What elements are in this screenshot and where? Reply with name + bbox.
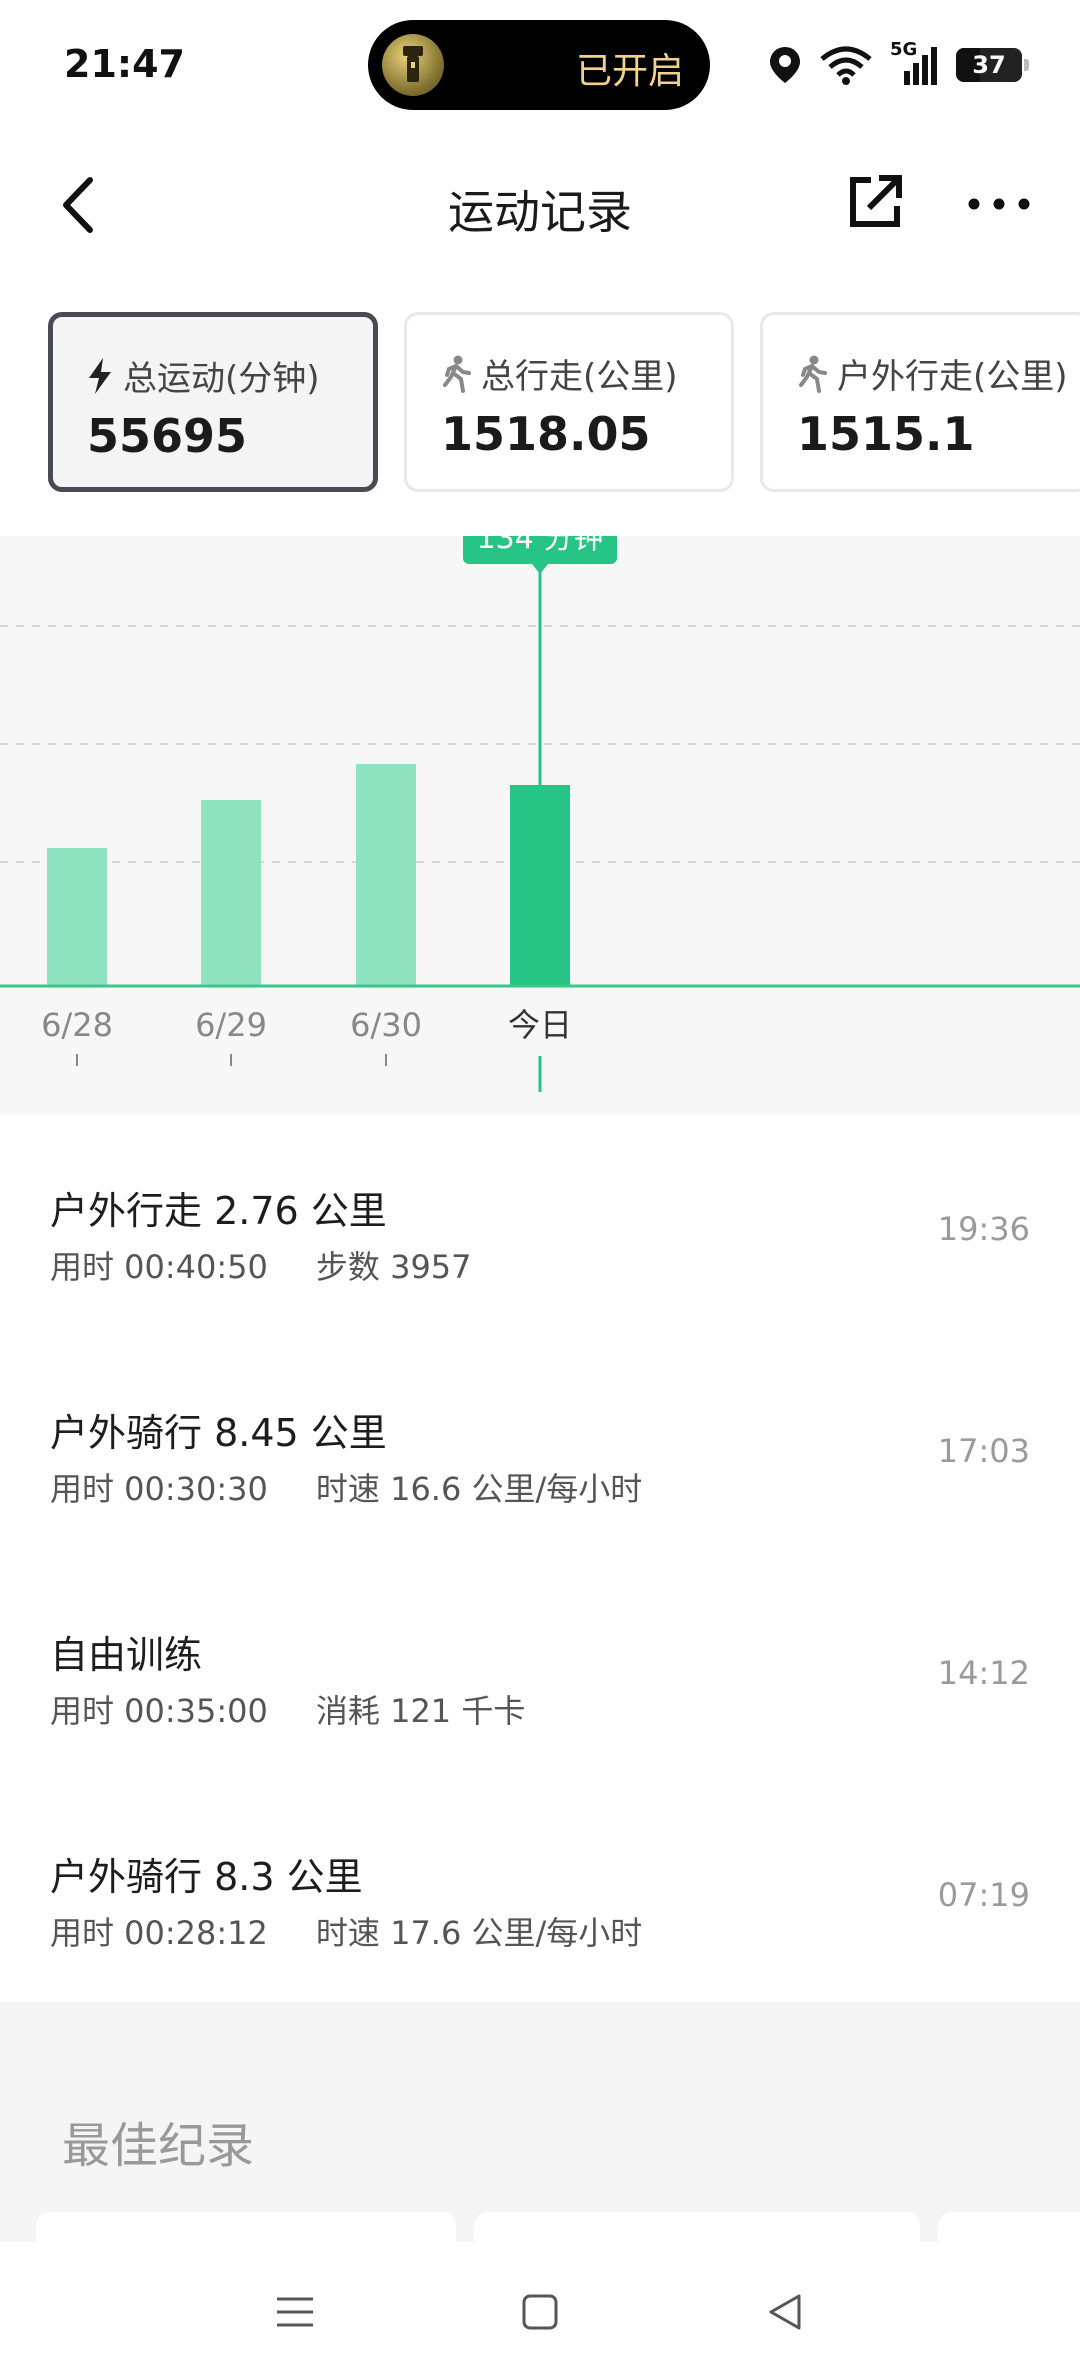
best-records-section: 最佳纪录 xyxy=(0,2002,1080,2272)
activity-time: 17:03 xyxy=(937,1432,1030,1470)
activity-title: 户外行走 2.76 公里 xyxy=(50,1189,387,1233)
stat-card-value: 1515.1 xyxy=(797,407,975,461)
flashlight-icon xyxy=(382,34,444,96)
activity-time: 19:36 xyxy=(937,1210,1030,1248)
stat-card-label: 总运动(分钟) xyxy=(123,359,320,399)
bar-chart[interactable]: 6/28 6/29 6/30 今日 134 分钟 xyxy=(0,536,1080,1114)
battery-level: 37 xyxy=(972,51,1006,79)
activity-title: 户外骑行 8.3 公里 xyxy=(50,1855,363,1899)
activity-extra: 时速 16.6 公里/每小时 xyxy=(315,1470,643,1508)
page-title: 运动记录 xyxy=(448,185,632,239)
menu-icon xyxy=(277,2297,313,2327)
list-item[interactable]: 户外骑行 8.3 公里 用时 00:28:12 时速 17.6 公里/每小时 07… xyxy=(0,1780,1080,2002)
x-tick-label: 今日 xyxy=(508,1006,572,1044)
activity-list: 户外行走 2.76 公里 用时 00:40:50 步数 3957 19:36 户外… xyxy=(0,1114,1080,2002)
stat-card-label: 总行走(公里) xyxy=(481,357,678,397)
walking-icon xyxy=(799,355,827,393)
activity-title: 自由训练 xyxy=(50,1633,203,1677)
activity-time: 07:19 xyxy=(937,1876,1030,1914)
stat-card-value: 1518.05 xyxy=(441,407,651,461)
best-records-title: 最佳纪录 xyxy=(62,2118,255,2174)
activity-chart[interactable]: 6/28 6/29 6/30 今日 134 分钟 xyxy=(0,536,1080,1114)
list-item[interactable]: 户外骑行 8.45 公里 用时 00:30:30 时速 16.6 公里/每小时 1… xyxy=(0,1336,1080,1558)
lightning-icon xyxy=(89,357,111,394)
list-item[interactable]: 自由训练 用时 00:35:00 消耗 121 千卡 14:12 xyxy=(0,1558,1080,1780)
x-tick-label: 6/30 xyxy=(350,1006,422,1044)
x-tick-label: 6/29 xyxy=(195,1006,267,1044)
back-icon xyxy=(769,2294,801,2330)
activity-extra: 时速 17.6 公里/每小时 xyxy=(315,1914,643,1952)
activity-extra: 步数 3957 xyxy=(315,1248,472,1286)
system-nav-bar xyxy=(0,2242,1080,2376)
stat-card-label: 户外行走(公里) xyxy=(837,357,1068,397)
activity-duration: 用时 00:40:50 xyxy=(50,1248,268,1286)
live-activity-pill[interactable]: 已开启 xyxy=(368,20,710,110)
activity-extra: 消耗 121 千卡 xyxy=(315,1692,526,1730)
back-nav-button[interactable] xyxy=(745,2272,825,2352)
stat-card-value: 55695 xyxy=(87,409,248,463)
live-activity-text: 已开启 xyxy=(575,51,684,92)
share-icon xyxy=(850,175,902,227)
chart-bar[interactable] xyxy=(510,785,570,986)
battery-icon: 37 xyxy=(956,48,1029,82)
chart-bar[interactable] xyxy=(47,848,107,986)
header: 运动记录 xyxy=(0,150,1080,260)
activity-duration: 用时 00:30:30 xyxy=(50,1470,268,1508)
menu-button[interactable] xyxy=(255,2272,335,2352)
stat-card-total-walk[interactable]: 总行走(公里) 1518.05 xyxy=(404,312,734,492)
home-icon xyxy=(522,2294,558,2330)
wifi-icon xyxy=(820,46,872,85)
tooltip-pointer xyxy=(532,564,548,574)
list-item[interactable]: 户外行走 2.76 公里 用时 00:40:50 步数 3957 19:36 xyxy=(0,1114,1080,1336)
share-button[interactable] xyxy=(845,172,905,232)
more-icon xyxy=(968,198,1030,210)
status-time: 21:47 xyxy=(64,42,185,86)
chart-bar[interactable] xyxy=(356,764,416,986)
activity-duration: 用时 00:28:12 xyxy=(50,1914,268,1952)
activity-detail: 用时 00:40:50 步数 3957 xyxy=(50,1242,472,1288)
x-tick-label: 6/28 xyxy=(41,1006,113,1044)
activity-detail: 用时 00:28:12 时速 17.6 公里/每小时 xyxy=(50,1908,642,1954)
stat-card-total-exercise[interactable]: 总运动(分钟) 55695 xyxy=(48,312,378,492)
more-button[interactable] xyxy=(964,172,1034,232)
activity-detail: 用时 00:35:00 消耗 121 千卡 xyxy=(50,1686,525,1732)
activity-duration: 用时 00:35:00 xyxy=(50,1692,268,1730)
activity-title: 户外骑行 8.45 公里 xyxy=(50,1411,387,1455)
walking-icon xyxy=(443,355,471,393)
activity-detail: 用时 00:30:30 时速 16.6 公里/每小时 xyxy=(50,1464,642,1510)
tooltip-text: 134 分钟 xyxy=(477,536,604,556)
status-bar: 21:47 已开启 5G 37 xyxy=(0,0,1080,130)
activity-time: 14:12 xyxy=(937,1654,1030,1692)
home-button[interactable] xyxy=(500,2272,580,2352)
chart-bar[interactable] xyxy=(201,800,261,986)
stat-card-outdoor-walk[interactable]: 户外行走(公里) 1515.1 xyxy=(760,312,1080,492)
location-icon xyxy=(770,47,800,83)
signal-icon: 5G xyxy=(890,39,938,87)
stat-cards: 总运动(分钟) 55695 总行走(公里) 1518.05 户外行走(公里) 1… xyxy=(48,312,1080,494)
status-icons: 5G 37 xyxy=(768,39,1029,90)
